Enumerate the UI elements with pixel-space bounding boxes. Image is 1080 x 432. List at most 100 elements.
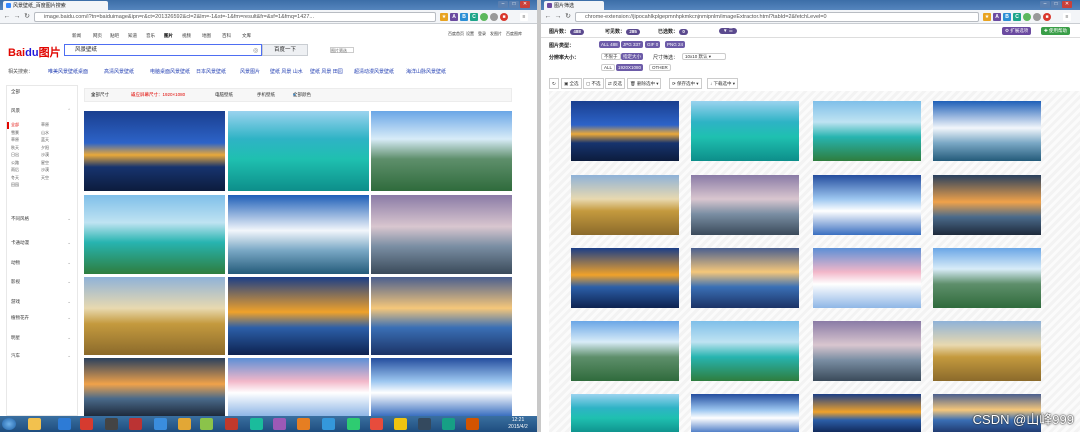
extracted-image[interactable]	[571, 175, 679, 235]
search-result-image[interactable]	[84, 358, 225, 416]
search-result-image[interactable]	[84, 111, 225, 191]
related-link[interactable]: 日本风景壁纸	[196, 68, 226, 75]
related-link[interactable]: 电脑桌面风景壁纸	[150, 68, 190, 75]
taskbar-clock[interactable]: 12:21 2015/4/2	[500, 417, 536, 431]
start-button-icon[interactable]	[2, 418, 16, 430]
sidebar-subitem[interactable]: 公路	[11, 160, 19, 166]
sidebar-group[interactable]: 游戏 ⌄	[7, 297, 77, 306]
extracted-image[interactable]	[691, 248, 799, 308]
star-icon[interactable]: ★	[440, 13, 448, 21]
extension-icon[interactable]: C	[1013, 13, 1021, 21]
related-link[interactable]: 壁纸 风景 田园	[310, 68, 343, 75]
sidebar-group[interactable]: 影视 ⌄	[7, 277, 77, 286]
extracted-image[interactable]	[813, 321, 921, 381]
sidebar-subitem[interactable]: 星空	[41, 160, 49, 166]
extension-icon[interactable]: B	[460, 13, 468, 21]
close-icon[interactable]: ✕	[1062, 1, 1072, 8]
chevron-down-icon[interactable]: ⌄	[67, 313, 71, 322]
topnav-link[interactable]: 新闻	[72, 33, 81, 39]
star-icon[interactable]: ★	[983, 13, 991, 21]
header-link[interactable]: 设置	[466, 31, 474, 37]
menu-icon[interactable]: ≡	[1063, 13, 1071, 21]
extracted-image[interactable]	[571, 321, 679, 381]
sidebar-subitem[interactable]: 全部	[11, 122, 19, 128]
topnav-link[interactable]: 文库	[242, 33, 251, 39]
taskbar-app-icon[interactable]	[370, 418, 383, 430]
sidebar-subitem[interactable]: 天空	[41, 175, 49, 181]
search-result-image[interactable]	[228, 358, 369, 416]
taskbar-app-icon[interactable]	[178, 418, 191, 430]
related-link[interactable]: 壁纸 风景 山水	[270, 68, 303, 75]
select-none-button[interactable]: ▢ 不选	[583, 78, 604, 89]
reload-icon[interactable]: ↻	[23, 13, 31, 21]
res-other-chip[interactable]: OTHER	[649, 64, 671, 71]
search-result-image[interactable]	[371, 277, 512, 355]
sidebar-item-scenery[interactable]: 风景 ⌃	[7, 106, 77, 115]
search-result-image[interactable]	[371, 111, 512, 191]
address-bar[interactable]: image.baidu.com/i?tn=baiduimage&ipn=r&ct…	[34, 12, 436, 22]
sidebar-subitem[interactable]: 日出	[11, 152, 19, 158]
back-icon[interactable]: ←	[3, 13, 11, 21]
taskbar-app-icon[interactable]	[273, 418, 286, 430]
taskbar-app-icon[interactable]	[129, 418, 142, 430]
ie-icon[interactable]	[58, 418, 71, 430]
search-result-image[interactable]	[84, 277, 225, 355]
extracted-image[interactable]	[813, 175, 921, 235]
maximize-icon[interactable]: □	[509, 1, 519, 8]
sidebar-subitem[interactable]: 田园	[11, 182, 19, 188]
taskbar-app-icon[interactable]	[418, 418, 431, 430]
sidebar-group[interactable]: 卡通动漫 ⌄	[7, 238, 77, 247]
forward-icon[interactable]: →	[13, 13, 21, 21]
search-result-image[interactable]	[228, 111, 369, 191]
extracted-image[interactable]	[933, 101, 1041, 161]
sidebar-subitem[interactable]: 雨后	[11, 167, 19, 173]
minimize-icon[interactable]: –	[498, 1, 508, 8]
chevron-down-icon[interactable]: ⌄	[67, 258, 71, 267]
help-button[interactable]: ✚ 使用帮助	[1041, 27, 1071, 35]
address-bar[interactable]: chrome-extension://jipocahlkplgepmnhpkmk…	[575, 12, 979, 22]
sidebar-subitem[interactable]: 沙漠	[41, 167, 49, 173]
taskbar-app-icon[interactable]	[442, 418, 455, 430]
extension-icon[interactable]: B	[1003, 13, 1011, 21]
extracted-image[interactable]	[691, 175, 799, 235]
extracted-image[interactable]	[691, 101, 799, 161]
type-chip-all[interactable]: ALL 488	[599, 41, 620, 48]
extension-icon[interactable]: A	[993, 13, 1001, 21]
sidebar-item-all[interactable]: 全部	[7, 87, 77, 96]
minimize-icon[interactable]: –	[1040, 1, 1050, 8]
res-all-chip[interactable]: ALL	[601, 64, 616, 71]
search-result-image[interactable]	[371, 358, 512, 416]
adblock-icon[interactable]: ■	[500, 13, 508, 21]
sidebar-subitem[interactable]: 秋天	[11, 145, 19, 151]
taskbar-app-icon[interactable]	[200, 418, 213, 430]
search-result-image[interactable]	[228, 277, 369, 355]
chevron-down-icon[interactable]: ⌄	[67, 277, 71, 286]
taskbar-app-icon[interactable]	[466, 418, 479, 430]
taskbar-app-icon[interactable]	[322, 418, 335, 430]
reload-icon[interactable]: ↻	[564, 13, 572, 21]
type-chip-gif[interactable]: GIF 0	[645, 41, 661, 48]
select-all-button[interactable]: ▣ 全选	[561, 78, 582, 89]
download-selected-button[interactable]: ↓ 下载选中 ▾	[707, 78, 739, 89]
explorer-icon[interactable]	[28, 418, 41, 430]
extension-icon[interactable]: A	[450, 13, 458, 21]
chevron-down-icon[interactable]: ⌄	[67, 351, 71, 360]
res-1920-chip[interactable]: 1920X1080	[616, 64, 644, 71]
search-button[interactable]: 百度一下	[262, 44, 308, 56]
taskbar-app-icon[interactable]	[154, 418, 167, 430]
sidebar-subitem[interactable]: 草原	[41, 122, 49, 128]
search-result-image[interactable]	[228, 195, 369, 274]
topnav-link[interactable]: 贴吧	[110, 33, 119, 39]
header-link[interactable]: 登录	[478, 31, 486, 37]
extension-icon[interactable]	[480, 13, 488, 21]
extension-icon[interactable]	[1023, 13, 1031, 21]
extracted-image[interactable]	[933, 248, 1041, 308]
taskbar-app-icon[interactable]	[394, 418, 407, 430]
extracted-image[interactable]	[933, 175, 1041, 235]
topnav-link[interactable]: 地图	[202, 33, 211, 39]
chevron-down-icon[interactable]: ⌄	[67, 214, 71, 223]
sidebar-subitem[interactable]: 雪景	[11, 130, 19, 136]
taskbar-app-icon[interactable]	[347, 418, 360, 430]
related-link[interactable]: 唯美风景壁纸桌面	[48, 68, 88, 75]
related-link[interactable]: 高清风景壁纸	[104, 68, 134, 75]
